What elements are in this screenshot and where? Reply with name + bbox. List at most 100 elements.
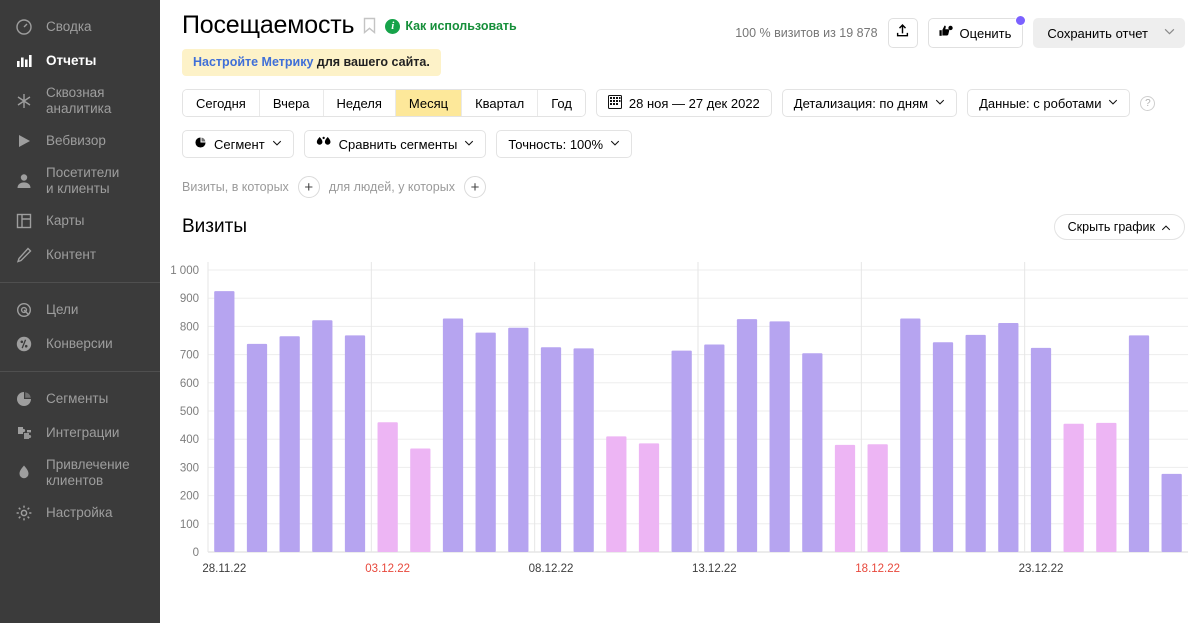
date-range-label: 28 ноя — 27 дек 2022 bbox=[628, 95, 760, 111]
filter-prefix-label: Визиты, в которых bbox=[182, 180, 289, 194]
chart-bar[interactable]: 23.12.22: 724 bbox=[1030, 347, 1052, 552]
chart-bar[interactable]: 27.12.22: 277 bbox=[1161, 473, 1182, 552]
chart-bar[interactable]: 12.12.22: 714 bbox=[671, 350, 692, 552]
sidebar-divider-1 bbox=[0, 282, 160, 283]
chart-bar[interactable]: 15.12.22: 818 bbox=[769, 321, 790, 552]
y-axis-tick-label: 400 bbox=[180, 434, 199, 446]
x-axis-tick-label: 23.12.22 bbox=[1019, 563, 1064, 575]
bookmark-icon[interactable] bbox=[363, 17, 376, 34]
chart-bar[interactable]: 17.12.22: 380 bbox=[834, 444, 856, 552]
period-year[interactable]: Год bbox=[538, 90, 585, 116]
chart-bar[interactable]: 08.12.22: 726 bbox=[540, 347, 562, 552]
segment-toolbar: Сегмент Сравнить сегменты Точность: 100% bbox=[160, 130, 1200, 158]
x-axis-tick-label: 28.11.22 bbox=[202, 563, 246, 575]
visits-chart[interactable]: 0 100 200 300 400 500 600 700 800 900 1 000 28.11.2… bbox=[160, 256, 1200, 596]
chart-bar[interactable]: 24.12.22: 455 bbox=[1063, 423, 1084, 552]
sidebar-item-segments[interactable]: Сегменты bbox=[0, 382, 160, 416]
page-header: Посещаемость i Как использовать Настройт… bbox=[160, 0, 1200, 76]
chart-bar[interactable]: 11.12.22: 385 bbox=[638, 443, 660, 552]
add-visit-filter-button[interactable]: + bbox=[297, 176, 320, 198]
chart-bar[interactable]: 16.12.22: 705 bbox=[802, 353, 823, 552]
chart-bar[interactable]: 04.12.22: 367 bbox=[410, 448, 431, 552]
chart-bar[interactable]: 18.12.22: 382 bbox=[867, 444, 888, 552]
sidebar-item-goals[interactable]: Цели bbox=[0, 293, 160, 327]
export-button[interactable] bbox=[887, 18, 918, 48]
sidebar-item-webvisor[interactable]: Вебвизор bbox=[0, 124, 160, 158]
chart-bar[interactable]: 29.11.22: 738 bbox=[246, 343, 268, 552]
sidebar-item-label: Вебвизор bbox=[46, 133, 106, 148]
chart-bar[interactable]: 03.12.22: 460 bbox=[377, 422, 398, 552]
chart-bar[interactable]: 06.12.22: 778 bbox=[475, 332, 496, 552]
date-range-picker[interactable]: 28 ноя — 27 дек 2022 bbox=[595, 89, 772, 117]
chart-bar[interactable]: 30.11.22: 765 bbox=[279, 336, 300, 552]
sidebar-item-customer-acquisition[interactable]: Привлечение клиентов bbox=[0, 450, 160, 496]
sidebar-item-integrations[interactable]: Интеграции bbox=[0, 416, 160, 450]
chart-bar[interactable]: 09.12.22: 722 bbox=[573, 348, 594, 552]
layout-icon bbox=[14, 211, 34, 231]
sidebar-item-summary[interactable]: Сводка bbox=[0, 10, 160, 44]
y-axis-tick-label: 800 bbox=[180, 321, 199, 333]
chart-bar[interactable]: 25.12.22: 458 bbox=[1096, 422, 1117, 552]
chart-bar[interactable]: 13.12.22: 736 bbox=[704, 344, 725, 552]
y-axis-tick-label: 600 bbox=[180, 378, 199, 390]
app-root: Сводка Отчеты Сквозная аналитика Вебвизо… bbox=[0, 0, 1200, 623]
save-report-button[interactable]: Сохранить отчет bbox=[1033, 18, 1185, 48]
sidebar: Сводка Отчеты Сквозная аналитика Вебвизо… bbox=[0, 0, 160, 623]
how-to-use-link[interactable]: i Как использовать bbox=[385, 18, 517, 34]
sidebar-item-end-to-end-analytics[interactable]: Сквозная аналитика bbox=[0, 78, 160, 124]
filter-builder: Визиты, в которых + для людей, у которых… bbox=[160, 176, 1200, 198]
sidebar-item-content[interactable]: Контент bbox=[0, 238, 160, 272]
chart-bar[interactable]: 26.12.22: 768 bbox=[1128, 335, 1150, 552]
chart-bar[interactable]: 22.12.22: 812 bbox=[998, 323, 1019, 552]
y-axis-tick-label: 900 bbox=[180, 293, 199, 305]
visits-bar-chart[interactable]: 0 100 200 300 400 500 600 700 800 900 1 000 28.11.2… bbox=[160, 256, 1200, 596]
y-axis-tick-label: 100 bbox=[180, 519, 199, 531]
sidebar-item-maps[interactable]: Карты bbox=[0, 204, 160, 238]
thumbs-icon bbox=[938, 24, 955, 42]
period-today[interactable]: Сегодня bbox=[183, 90, 260, 116]
sidebar-item-settings[interactable]: Настройка bbox=[0, 496, 160, 530]
data-source-label: Данные: с роботами bbox=[979, 95, 1102, 111]
pie-icon bbox=[194, 136, 207, 152]
detail-level-dropdown[interactable]: Детализация: по дням bbox=[781, 89, 958, 117]
person-icon bbox=[14, 171, 34, 191]
save-report-label: Сохранить отчет bbox=[1047, 25, 1148, 41]
segment-dropdown[interactable]: Сегмент bbox=[182, 130, 294, 158]
accuracy-dropdown[interactable]: Точность: 100% bbox=[496, 130, 633, 158]
hide-chart-button[interactable]: Скрыть график bbox=[1053, 214, 1185, 240]
chart-bar[interactable]: 19.12.22: 828 bbox=[900, 318, 921, 552]
period-yesterday[interactable]: Вчера bbox=[259, 90, 324, 116]
chart-bar[interactable]: 21.12.22: 770 bbox=[965, 334, 986, 552]
chart-bar[interactable]: 07.12.22: 795 bbox=[508, 327, 529, 552]
period-month[interactable]: Месяц bbox=[395, 90, 463, 116]
chart-bar[interactable]: 14.12.22: 826 bbox=[736, 319, 758, 552]
data-source-dropdown[interactable]: Данные: с роботами bbox=[967, 89, 1131, 117]
chart-bar[interactable]: 10.12.22: 410 bbox=[606, 436, 627, 552]
chart-bar[interactable]: 01.12.22: 822 bbox=[312, 320, 333, 552]
pencil-icon bbox=[14, 245, 34, 265]
upload-icon bbox=[895, 23, 910, 43]
info-icon: i bbox=[385, 18, 401, 34]
sidebar-item-reports[interactable]: Отчеты bbox=[0, 44, 160, 78]
rate-button[interactable]: Оценить bbox=[927, 15, 1027, 48]
setup-metrica-link[interactable]: Настройте Метрику bbox=[193, 55, 313, 69]
chart-bar[interactable]: 02.12.22: 768 bbox=[344, 335, 366, 552]
header-actions: 100 % визитов из 19 878 Оценить Сохранит… bbox=[735, 10, 1185, 48]
chart-bar[interactable]: 05.12.22: 828 bbox=[442, 318, 464, 552]
compare-segments-dropdown[interactable]: Сравнить сегменты bbox=[303, 130, 487, 158]
add-people-filter-button[interactable]: + bbox=[463, 176, 486, 198]
sidebar-item-label: Цели bbox=[46, 302, 79, 317]
sidebar-item-visitors-and-clients[interactable]: Посетители и клиенты bbox=[0, 158, 160, 204]
period-week[interactable]: Неделя bbox=[323, 90, 396, 116]
chevron-down-icon[interactable] bbox=[1164, 28, 1175, 38]
how-to-use-label: Как использовать bbox=[405, 19, 517, 33]
chart-bar[interactable]: 28.11.22: 925 bbox=[214, 291, 235, 552]
chart-bar[interactable]: 20.12.22: 744 bbox=[932, 342, 954, 552]
gear-icon bbox=[14, 503, 34, 523]
chevron-down-icon bbox=[610, 139, 620, 149]
sidebar-item-conversions[interactable]: Конверсии bbox=[0, 327, 160, 361]
sidebar-item-label: Посетители и клиенты bbox=[46, 165, 120, 196]
period-quarter[interactable]: Квартал bbox=[462, 90, 539, 116]
hide-chart-label: Скрыть график bbox=[1067, 220, 1155, 234]
help-icon[interactable]: ? bbox=[1140, 95, 1156, 111]
